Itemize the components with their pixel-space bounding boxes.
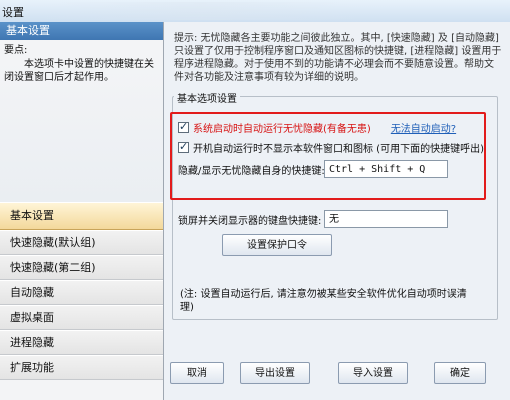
option-autostart-row: 系统启动时自动运行无忧隐藏 (有备无患) 无法自动启动?: [178, 120, 456, 135]
left-panel: 基本设置 要点: 本选项卡中设置的快捷键在关闭设置窗口后才起作用。 基本设置 快…: [0, 22, 164, 400]
import-settings-button[interactable]: 导入设置: [338, 362, 408, 384]
hint-text: 提示: 无忧隐藏各主要功能之间彼此独立。其中, [快速隐藏] 及 [自动隐藏] …: [174, 33, 502, 83]
hotkey-input[interactable]: Ctrl + Shift + Q: [324, 160, 448, 178]
sidebar-item-basic-settings[interactable]: 基本设置: [0, 202, 163, 230]
tips-box: 要点: 本选项卡中设置的快捷键在关闭设置窗口后才起作用。: [4, 44, 159, 84]
autostart-label: 系统启动时自动运行无忧隐藏: [193, 124, 323, 135]
silent-start-checkbox[interactable]: [178, 140, 189, 153]
set-protect-password-button[interactable]: 设置保护口令: [222, 234, 332, 256]
sidebar-item-auto-hide[interactable]: 自动隐藏: [0, 280, 163, 305]
main-panel: 提示: 无忧隐藏各主要功能之间彼此独立。其中, [快速隐藏] 及 [自动隐藏] …: [164, 22, 510, 400]
tips-body: 本选项卡中设置的快捷键在关闭设置窗口后才起作用。: [4, 59, 154, 83]
autostart-checkbox[interactable]: [178, 120, 189, 133]
autostart-help-link[interactable]: 无法自动启动?: [391, 120, 456, 135]
note-text: (注: 设置自动运行后, 请注意勿被某些安全软件优化自动项时误清理): [180, 289, 467, 313]
group-title: 基本选项设置: [174, 90, 240, 105]
hotkey-label: 隐藏/显示无忧隐藏自身的快捷键:: [178, 166, 325, 177]
sidebar-item-process-hide[interactable]: 进程隐藏: [0, 330, 163, 355]
tips-title: 要点:: [4, 45, 28, 56]
ok-button[interactable]: 确定: [434, 362, 486, 384]
silent-start-label: 开机自动运行时不显示本软件窗口和图标 (可用下面的快捷键呼出): [193, 144, 484, 155]
sidebar-item-virtual-desktop[interactable]: 虚拟桌面: [0, 305, 163, 330]
cancel-button[interactable]: 取消: [170, 362, 224, 384]
option-silent-start-row: 开机自动运行时不显示本软件窗口和图标 (可用下面的快捷键呼出): [178, 140, 484, 155]
sidebar-menu: 基本设置 快速隐藏(默认组) 快速隐藏(第二组) 自动隐藏 虚拟桌面 进程隐藏 …: [0, 202, 163, 380]
export-settings-button[interactable]: 导出设置: [240, 362, 310, 384]
window-title: 设置: [2, 6, 24, 19]
sidebar-item-quick-hide-default[interactable]: 快速隐藏(默认组): [0, 230, 163, 255]
lock-label: 锁屏并关闭显示器的键盘快捷键:: [178, 216, 322, 227]
autostart-label-suffix: (有备无患): [323, 124, 371, 135]
left-panel-header: 基本设置: [0, 22, 163, 40]
lock-input[interactable]: 无: [324, 210, 448, 228]
sidebar-item-quick-hide-second[interactable]: 快速隐藏(第二组): [0, 255, 163, 280]
title-bar: 设置: [0, 0, 510, 23]
sidebar-item-extensions[interactable]: 扩展功能: [0, 355, 163, 380]
blurred-title-area: [40, 2, 360, 20]
